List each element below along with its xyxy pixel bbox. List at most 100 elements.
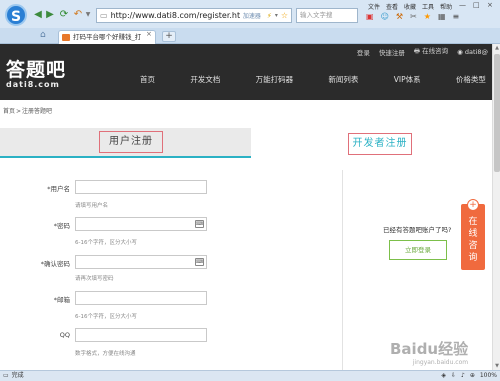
register-form: *用户名 请填写用户名 *密码 ⌨ 6-16个字符，区分大小写 *确认密码 ⌨ …	[0, 170, 342, 370]
keyboard-icon[interactable]: ⌨	[195, 258, 204, 266]
minimize-button[interactable]: —	[459, 1, 466, 9]
tab-close-icon[interactable]: ×	[146, 30, 152, 38]
tab-developer-register-label: 开发者注册	[348, 133, 412, 155]
cut-icon[interactable]: ✂	[410, 12, 417, 21]
username-input[interactable]	[75, 180, 207, 194]
tab-register[interactable]: 打码平台哪个好赚钱_打	[58, 30, 156, 44]
status-left: ▭ 完成	[3, 371, 24, 381]
brand-domain: dati8.com	[6, 80, 60, 89]
brand-name: 答题吧	[6, 59, 67, 81]
user-icon[interactable]: ☺	[381, 12, 389, 21]
password-input[interactable]: ⌨	[75, 217, 207, 231]
address-url[interactable]: http://www.dati8.com/register.ht	[111, 11, 240, 20]
status-zoom-icon[interactable]: ⊕	[470, 371, 475, 381]
login-link[interactable]: 登录	[357, 47, 370, 57]
menu-favorites[interactable]: 收藏	[404, 2, 416, 11]
search-input[interactable]: 输入文字搜	[296, 8, 358, 23]
status-shield-icon[interactable]: ◈	[441, 371, 446, 381]
new-tab-button[interactable]: +	[162, 31, 176, 42]
grid-icon[interactable]: ▦	[438, 12, 446, 21]
status-right: ◈ ⇩ ♪ ⊕ 100%	[441, 371, 497, 381]
dropdown-icon[interactable]: ▼	[82, 9, 94, 21]
nav-universal-coder[interactable]: 万能打码器	[256, 74, 294, 85]
email-hint: 6-16个字符，区分大小写	[75, 314, 137, 320]
email-label-text: *邮箱	[53, 296, 70, 304]
password-hint: 6-16个字符，区分大小写	[75, 240, 137, 246]
confirm-password-input[interactable]: ⌨	[75, 255, 207, 269]
close-button[interactable]: ×	[487, 1, 493, 9]
contact-email[interactable]: ◉ dati8@	[457, 48, 488, 56]
browser-extension-icons: ▣ ☺ ⚒ ✂ ★ ▦ ≡	[366, 12, 459, 21]
star-icon[interactable]: ☆	[281, 11, 291, 20]
consult-plus-icon[interactable]: +	[467, 199, 479, 211]
menu-icon[interactable]: ≡	[453, 12, 460, 21]
email-input[interactable]	[75, 291, 207, 305]
consult-badge-text: 在线咨询	[468, 217, 478, 263]
breadcrumb-separator: >	[16, 108, 22, 115]
watermark-text: Baidu经验	[390, 340, 469, 358]
status-sound-icon[interactable]: ♪	[461, 371, 465, 381]
menu-view[interactable]: 查看	[386, 2, 398, 11]
favorites-icon[interactable]: ★	[424, 12, 431, 21]
consult-badge[interactable]: 在线咨询	[461, 204, 485, 270]
qq-label-text: QQ	[59, 331, 70, 339]
watermark-sub: jingyan.baidu.com	[412, 359, 469, 366]
nav-vip[interactable]: VIP体系	[394, 74, 421, 85]
login-question: 已经有答题吧账户了吗?	[383, 226, 452, 234]
site-logo[interactable]: 答题吧 dati8.com	[6, 60, 66, 89]
tab-developer-register[interactable]: 开发者注册	[251, 128, 492, 158]
breadcrumb-home[interactable]: 首页	[3, 108, 15, 115]
nav-pricing[interactable]: 价格类型	[456, 74, 486, 85]
tab-bar: 打码平台哪个好赚钱_打 × +	[0, 28, 500, 44]
menu-tools[interactable]: 工具	[422, 2, 434, 11]
address-dropdown-icon[interactable]: ▾	[275, 12, 278, 19]
status-zoom[interactable]: 100%	[480, 371, 497, 381]
nav-dev-docs[interactable]: 开发文档	[190, 74, 220, 85]
back-icon[interactable]: ◀	[32, 9, 44, 21]
browser-toolbar: S ◀ ▶ ⟳ ↶ ▼ ▭ http://www.dati8.com/regis…	[0, 0, 500, 28]
status-text: 完成	[11, 372, 24, 379]
page-icon: ▭	[100, 11, 108, 20]
printer-icon: 🖶	[413, 47, 421, 55]
accelerator-label[interactable]: 加速器	[243, 11, 264, 20]
nav-news[interactable]: 新闻列表	[328, 74, 358, 85]
nav-home[interactable]: 首页	[140, 74, 155, 85]
extension-icon[interactable]: ▣	[366, 12, 374, 21]
register-tabs: 用户注册 开发者注册	[0, 128, 492, 158]
tab-user-register[interactable]: 用户注册	[0, 128, 251, 158]
address-bar[interactable]: ▭ http://www.dati8.com/register.ht 加速器 ⚡…	[96, 8, 292, 23]
maximize-button[interactable]: □	[473, 1, 480, 9]
menu-bar: 文件 查看 收藏 工具 帮助	[368, 2, 452, 11]
contact-icon: ◉	[457, 47, 463, 56]
lightning-icon[interactable]: ⚡	[267, 12, 272, 20]
confirm-password-label-text: *确认密码	[40, 260, 70, 268]
username-hint: 请填写用户名	[75, 203, 109, 209]
scrollbar-thumb[interactable]	[494, 54, 500, 172]
breadcrumb: 首页>注册答题吧	[3, 106, 52, 115]
scroll-down-icon[interactable]: ▼	[493, 362, 500, 370]
contact-email-label: dati8@	[464, 47, 488, 56]
keyboard-icon[interactable]: ⌨	[195, 220, 204, 228]
online-consult-label: 在线咨询	[422, 47, 449, 55]
qq-input[interactable]	[75, 328, 207, 342]
qq-hint: 数字格式，方便在线沟通	[75, 351, 136, 357]
browser-logo-icon[interactable]: S	[5, 4, 27, 26]
tools-icon[interactable]: ⚒	[396, 12, 403, 21]
forward-icon[interactable]: ▶	[44, 9, 56, 21]
status-download-icon[interactable]: ⇩	[451, 371, 456, 381]
online-consult-link[interactable]: 🖶 在线咨询	[414, 45, 448, 58]
confirm-password-hint: 请再次填写密码	[75, 276, 114, 282]
form-divider	[342, 170, 343, 370]
confirm-password-label: *确认密码	[0, 258, 70, 268]
breadcrumb-current: 注册答题吧	[22, 108, 53, 115]
refresh-icon[interactable]: ⟳	[58, 9, 70, 21]
page-scrollbar[interactable]: ▲ ▼	[492, 44, 500, 370]
menu-file[interactable]: 文件	[368, 2, 380, 11]
quick-register-link[interactable]: 快速注册	[379, 47, 405, 57]
home-icon[interactable]: ⌂	[40, 30, 46, 40]
scroll-up-icon[interactable]: ▲	[493, 44, 500, 52]
login-now-button[interactable]: 立即登录	[389, 240, 447, 260]
username-label: *用户名	[0, 183, 70, 193]
username-label-text: *用户名	[47, 185, 70, 193]
menu-help[interactable]: 帮助	[440, 2, 452, 11]
